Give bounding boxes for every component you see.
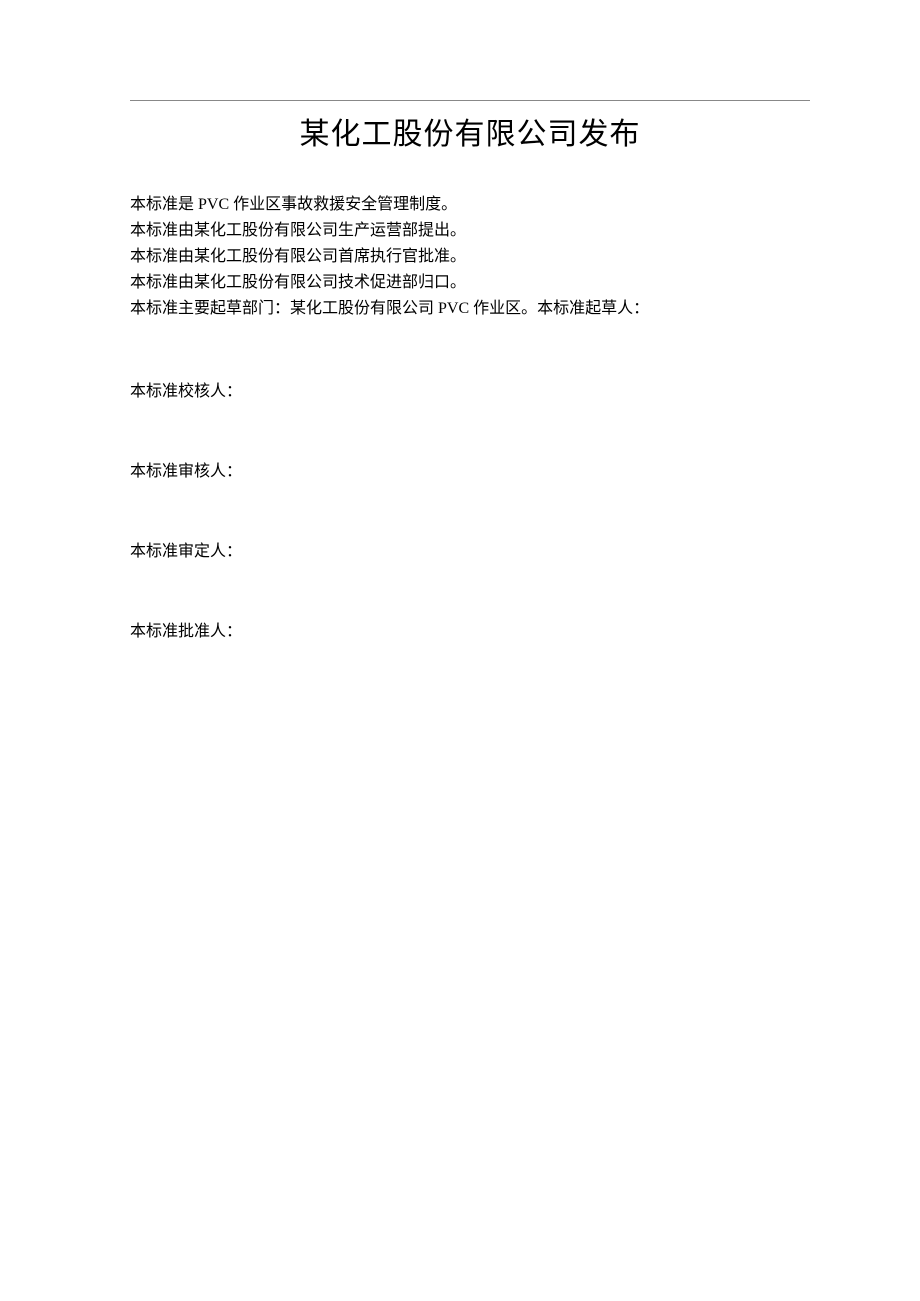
proofreader-line: 本标准校核人： — [130, 377, 810, 401]
intro-line-4: 本标准由某化工股份有限公司技术促进部归口。 — [130, 271, 810, 295]
intro-line-1: 本标准是 PVC 作业区事故救援安全管理制度。 — [130, 193, 810, 217]
horizontal-divider — [130, 100, 810, 101]
intro-line-2: 本标准由某化工股份有限公司生产运营部提出。 — [130, 219, 810, 243]
document-page: 某化工股份有限公司发布 本标准是 PVC 作业区事故救援安全管理制度。 本标准由… — [0, 0, 920, 641]
approver-line: 本标准审定人： — [130, 537, 810, 561]
intro-block: 本标准是 PVC 作业区事故救援安全管理制度。 本标准由某化工股份有限公司生产运… — [130, 193, 810, 321]
signature-block: 本标准校核人： 本标准审核人： 本标准审定人： 本标准批准人： — [130, 377, 810, 641]
document-title: 某化工股份有限公司发布 — [130, 109, 810, 153]
intro-line-3: 本标准由某化工股份有限公司首席执行官批准。 — [130, 245, 810, 269]
reviewer-line: 本标准审核人： — [130, 457, 810, 481]
authorizer-line: 本标准批准人： — [130, 617, 810, 641]
intro-line-5: 本标准主要起草部门：某化工股份有限公司 PVC 作业区。本标准起草人： — [130, 297, 810, 321]
